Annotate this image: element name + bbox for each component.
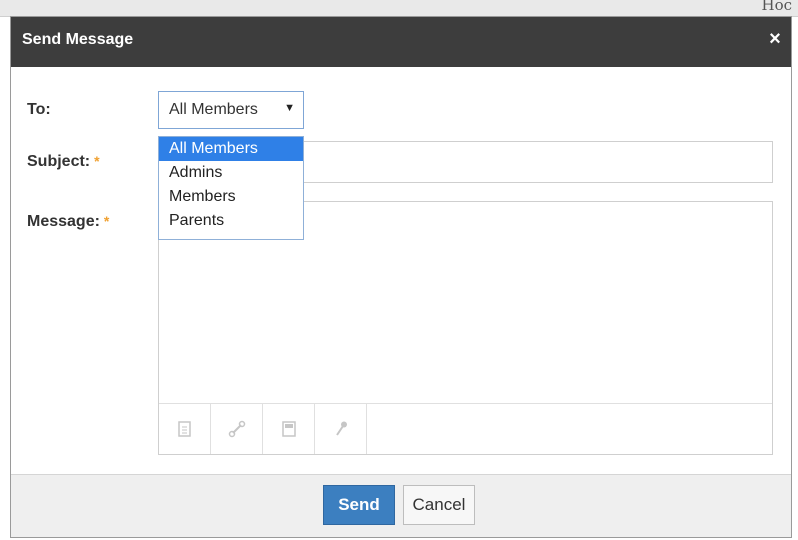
- recipient-option[interactable]: Members: [159, 185, 303, 209]
- dropdown-arrow-icon: ▼: [284, 102, 295, 114]
- subject-label-text: Subject:: [27, 153, 91, 170]
- cancel-button[interactable]: Cancel: [403, 485, 475, 525]
- background-page: Hoc: [0, 0, 798, 17]
- recipient-dropdown-list: All Members Admins Members Parents: [158, 136, 304, 240]
- to-label: To:: [27, 101, 51, 118]
- subject-required-marker: *: [94, 153, 100, 169]
- document-icon[interactable]: [263, 404, 315, 454]
- recipient-option[interactable]: Parents: [159, 209, 303, 233]
- recipient-option[interactable]: All Members: [159, 137, 303, 161]
- message-label: Message: *: [27, 213, 109, 231]
- link-icon[interactable]: [211, 404, 263, 454]
- send-button[interactable]: Send: [323, 485, 395, 525]
- dialog-footer: Send Cancel: [11, 474, 791, 537]
- close-icon[interactable]: ×: [765, 29, 785, 49]
- background-page-text: Hoc: [761, 0, 792, 14]
- microphone-icon[interactable]: [315, 404, 367, 454]
- message-toolbar: [159, 403, 772, 454]
- dialog-titlebar: Send Message ×: [11, 17, 791, 67]
- subject-label: Subject: *: [27, 153, 100, 171]
- message-required-marker: *: [103, 213, 110, 229]
- message-label-text: Message:: [27, 213, 100, 230]
- attachment-icon[interactable]: [159, 404, 211, 454]
- recipient-option[interactable]: Admins: [159, 161, 303, 185]
- recipient-select-value: All Members: [169, 101, 258, 118]
- send-message-dialog: Send Message × To: All Members ▼ Subject…: [10, 16, 792, 538]
- dialog-title: Send Message: [22, 31, 134, 48]
- recipient-select[interactable]: All Members ▼: [158, 91, 304, 129]
